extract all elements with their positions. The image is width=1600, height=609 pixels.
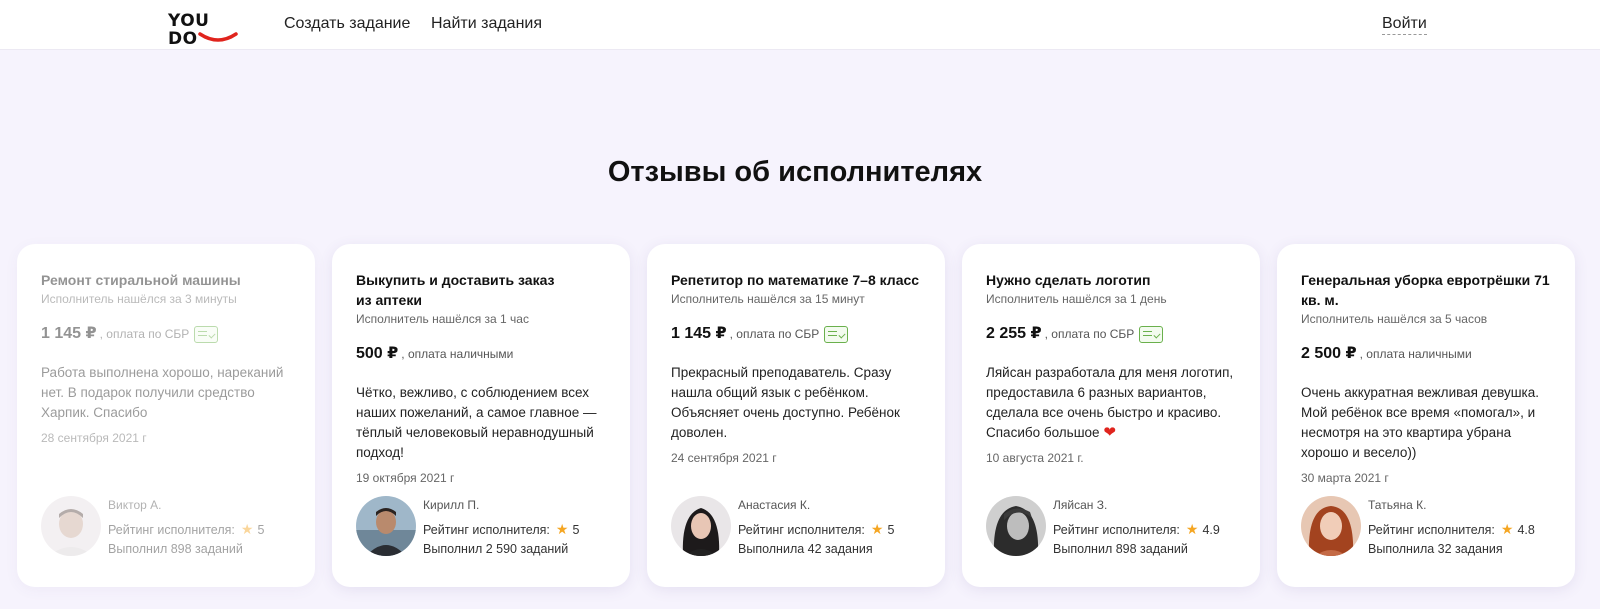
- star-icon: ★: [870, 521, 884, 537]
- review-text: Работа выполнена хорошо, нареканий нет. …: [41, 365, 284, 420]
- rating-label: Рейтинг исполнителя:: [108, 523, 235, 537]
- performer-rating: Рейтинг исполнителя: ★ 4.9: [1053, 520, 1220, 539]
- rating-label: Рейтинг исполнителя:: [423, 523, 550, 537]
- found-time: Исполнитель нашёлся за 1 день: [986, 292, 1167, 306]
- completed-tasks: Выполнила 42 задания: [738, 542, 873, 556]
- review-text: Очень аккуратная вежливая девушка. Мой р…: [1301, 385, 1539, 460]
- performer-rating: Рейтинг исполнителя: ★ 5: [108, 520, 264, 539]
- avatar[interactable]: [671, 496, 731, 556]
- price: 1 145 ₽: [41, 325, 97, 342]
- rating-value: 5: [887, 523, 895, 537]
- performer-name[interactable]: Кирилл П.: [423, 496, 479, 514]
- payment-method: , оплата наличными: [1359, 347, 1472, 361]
- review-text: Прекрасный преподаватель. Сразу нашла об…: [671, 365, 900, 440]
- performer-info: Татьяна К. Рейтинг исполнителя: ★ 4.8 Выпо…: [1301, 496, 1561, 558]
- completed-tasks: Выполнила 32 задания: [1368, 542, 1503, 556]
- logo-text: YOU DO: [168, 11, 210, 49]
- completed-tasks: Выполнил 898 заданий: [108, 542, 243, 556]
- star-icon: ★: [240, 521, 254, 537]
- review-card[interactable]: Выкупить и доставить заказ из аптеки Исп…: [332, 244, 630, 587]
- avatar[interactable]: [1301, 496, 1361, 556]
- review-text: Чётко, вежливо, с соблюдением всех наших…: [356, 385, 597, 460]
- review-date: 28 сентября 2021 г: [41, 431, 147, 445]
- performer-info: Виктор А. Рейтинг исполнителя: ★ 5 Выполни…: [41, 496, 301, 558]
- task-title: Генеральная уборка евротрёшки 71 кв. м.: [1301, 272, 1550, 308]
- performer-info: Ляйсан З. Рейтинг исполнителя: ★ 4.9 Выпол…: [986, 496, 1246, 558]
- task-title: Нужно сделать логотип: [986, 272, 1151, 288]
- rating-label: Рейтинг исполнителя:: [1368, 523, 1495, 537]
- found-time: Исполнитель нашёлся за 15 минут: [671, 292, 865, 306]
- sbp-icon: [1139, 325, 1164, 343]
- task-title: Репетитор по математике 7–8 класс: [671, 272, 920, 288]
- task-title: Ремонт стиральной машины: [41, 272, 241, 288]
- performer-name[interactable]: Татьяна К.: [1368, 496, 1426, 514]
- price: 2 500 ₽: [1301, 345, 1357, 362]
- performer-name[interactable]: Ляйсан З.: [1053, 496, 1107, 514]
- performer-rating: Рейтинг исполнителя: ★ 5: [423, 520, 579, 539]
- found-time: Исполнитель нашёлся за 1 час: [356, 312, 529, 326]
- login-link[interactable]: Войти: [1382, 14, 1427, 35]
- found-time: Исполнитель нашёлся за 3 минуты: [41, 292, 237, 306]
- payment-method: , оплата по СБР: [99, 327, 190, 341]
- star-icon: ★: [1185, 521, 1199, 537]
- rating-value: 4.8: [1517, 523, 1535, 537]
- price: 1 145 ₽: [671, 325, 727, 342]
- review-date: 19 октября 2021 г: [356, 471, 455, 485]
- price-row: 1 145 ₽ , оплата по СБР: [671, 323, 921, 345]
- price: 500 ₽: [356, 345, 399, 362]
- rating-label: Рейтинг исполнителя:: [738, 523, 865, 537]
- nav-create-task-link[interactable]: Создать задание: [284, 14, 410, 34]
- performer-name[interactable]: Виктор А.: [108, 496, 161, 514]
- youdo-logo[interactable]: YOU DO: [168, 12, 244, 48]
- rating-label: Рейтинг исполнителя:: [1053, 523, 1180, 537]
- completed-tasks: Выполнил 2 590 заданий: [423, 542, 569, 556]
- price-row: 500 ₽ , оплата наличными: [356, 343, 606, 365]
- price-row: 2 255 ₽ , оплата по СБР: [986, 323, 1236, 345]
- avatar[interactable]: [356, 496, 416, 556]
- performer-rating: Рейтинг исполнителя: ★ 4.8: [1368, 520, 1535, 539]
- rating-value: 4.9: [1202, 523, 1220, 537]
- review-date: 24 сентября 2021 г: [671, 451, 777, 465]
- performer-info: Анастасия К. Рейтинг исполнителя: ★ 5 Выпо…: [671, 496, 931, 558]
- price: 2 255 ₽: [986, 325, 1042, 342]
- avatar[interactable]: [986, 496, 1046, 556]
- review-card[interactable]: Репетитор по математике 7–8 класс Исполн…: [647, 244, 945, 587]
- review-card[interactable]: Ремонт стиральной машины Исполнитель наш…: [17, 244, 315, 587]
- star-icon: ★: [555, 521, 569, 537]
- avatar[interactable]: [41, 496, 101, 556]
- rating-value: 5: [257, 523, 265, 537]
- performer-name[interactable]: Анастасия К.: [738, 496, 810, 514]
- review-card[interactable]: Нужно сделать логотип Исполнитель нашёлс…: [962, 244, 1260, 587]
- nav-find-tasks-link[interactable]: Найти задания: [431, 14, 542, 34]
- top-navigation-bar: YOU DO Создать задание Найти задания Вой…: [0, 0, 1600, 50]
- sbp-icon: [194, 325, 219, 343]
- heart-icon: ❤: [1103, 424, 1116, 441]
- payment-method: , оплата наличными: [401, 347, 514, 361]
- section-title: Отзывы об исполнителях: [607, 156, 983, 188]
- star-icon: ★: [1500, 521, 1514, 537]
- payment-method: , оплата по СБР: [729, 327, 820, 341]
- performer-rating: Рейтинг исполнителя: ★ 5: [738, 520, 894, 539]
- review-date: 30 марта 2021 г: [1301, 471, 1389, 485]
- logo-smile-icon: [198, 32, 238, 42]
- review-date: 10 августа 2021 г.: [986, 451, 1084, 465]
- payment-method: , оплата по СБР: [1044, 327, 1135, 341]
- review-card[interactable]: Генеральная уборка евротрёшки 71 кв. м. …: [1277, 244, 1575, 587]
- sbp-icon: [824, 325, 849, 343]
- rating-value: 5: [572, 523, 580, 537]
- completed-tasks: Выполнил 898 заданий: [1053, 542, 1188, 556]
- price-row: 1 145 ₽ , оплата по СБР: [41, 323, 291, 345]
- found-time: Исполнитель нашёлся за 5 часов: [1301, 312, 1488, 326]
- price-row: 2 500 ₽ , оплата наличными: [1301, 343, 1551, 365]
- task-title: Выкупить и доставить заказ из аптеки: [356, 272, 555, 308]
- performer-info: Кирилл П. Рейтинг исполнителя: ★ 5 Выполни…: [356, 496, 616, 558]
- review-text-block: Ляйсан разработала для меня логотип, пре…: [986, 363, 1236, 443]
